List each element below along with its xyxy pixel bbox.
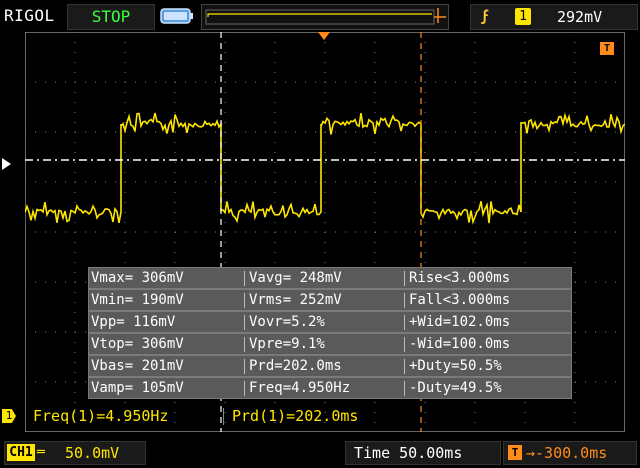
measurement-row: Vmax= 306mV Vavg= 248mV Rise<3.000ms bbox=[88, 267, 572, 289]
timebase-settings[interactable]: Time 50.00ms bbox=[345, 441, 501, 465]
run-stop-indicator[interactable]: STOP bbox=[67, 4, 155, 30]
trigger-source-badge: 1 bbox=[515, 8, 531, 25]
horizontal-offset-value: →-300.0ms bbox=[526, 444, 608, 462]
quick-measurement-line: 1 Freq(1)=4.950Hz Prd(1)=202.0ms bbox=[0, 404, 640, 428]
rising-edge-icon: ϝ bbox=[481, 7, 491, 25]
ch1-label: CH1 bbox=[7, 444, 35, 461]
ch1-vertical-scale: 50.0mV bbox=[65, 444, 120, 462]
quick-frequency: Freq(1)=4.950Hz bbox=[33, 407, 169, 425]
measurement-vtop: Vtop= 306mV bbox=[91, 336, 184, 352]
measurement-vmax: Vmax= 306mV bbox=[91, 270, 184, 286]
measurement-vpp: Vpp= 116mV bbox=[91, 314, 176, 330]
measurement-vmin: Vmin= 190mV bbox=[91, 292, 184, 308]
measurement-vrms: Vrms= 252mV bbox=[249, 292, 342, 308]
dc-coupling-icon: ═ bbox=[37, 445, 45, 460]
divider bbox=[244, 315, 245, 330]
ch1-ground-marker[interactable] bbox=[2, 158, 11, 170]
measurement-table: Vmax= 306mV Vavg= 248mV Rise<3.000ms Vmi… bbox=[88, 267, 572, 399]
measurement-row: Vpp= 116mV Vovr=5.2% +Wid=102.0ms bbox=[88, 311, 572, 333]
divider bbox=[244, 293, 245, 308]
measurement-vbas: Vbas= 201mV bbox=[91, 358, 184, 374]
divider bbox=[404, 293, 405, 308]
divider bbox=[244, 359, 245, 374]
measurement-neg-width: -Wid=100.0ms bbox=[409, 336, 511, 352]
waveform-preview-icon bbox=[205, 8, 446, 25]
measurement-vamp: Vamp= 105mV bbox=[91, 380, 184, 396]
divider bbox=[404, 271, 405, 286]
divider bbox=[244, 271, 245, 286]
measurement-row: Vmin= 190mV Vrms= 252mV Fall<3.000ms bbox=[88, 289, 572, 311]
measurement-period: Prd=202.0ms bbox=[249, 358, 342, 374]
timebase-value: Time 50.00ms bbox=[354, 444, 463, 462]
brand-logo: RIGOL bbox=[4, 6, 55, 25]
divider bbox=[404, 337, 405, 352]
trigger-level-marker[interactable]: T bbox=[600, 42, 614, 55]
quick-period: Prd(1)=202.0ms bbox=[232, 407, 359, 425]
battery-icon bbox=[160, 8, 193, 24]
divider bbox=[244, 381, 245, 396]
trigger-panel[interactable]: ϝ 1 292mV bbox=[470, 4, 638, 30]
divider bbox=[404, 315, 405, 330]
measurement-vpre: Vpre=9.1% bbox=[249, 336, 325, 352]
top-status-bar: RIGOL STOP ϝ 1 292mV bbox=[0, 0, 640, 32]
divider bbox=[404, 381, 405, 396]
trigger-level-value: 292mV bbox=[557, 8, 603, 26]
memory-depth-bar[interactable] bbox=[201, 4, 449, 30]
measurement-vavg: Vavg= 248mV bbox=[249, 270, 342, 286]
divider bbox=[244, 337, 245, 352]
trigger-offset-icon: T bbox=[508, 445, 522, 460]
measurement-fall: Fall<3.000ms bbox=[409, 292, 511, 308]
measurement-rise: Rise<3.000ms bbox=[409, 270, 511, 286]
measurement-row: Vbas= 201mV Prd=202.0ms +Duty=50.5% bbox=[88, 355, 572, 377]
horizontal-offset-settings[interactable]: T →-300.0ms bbox=[503, 441, 637, 465]
measurement-pos-width: +Wid=102.0ms bbox=[409, 314, 511, 330]
measurement-row: Vamp= 105mV Freq=4.950Hz -Duty=49.5% bbox=[88, 377, 572, 399]
channel-1-marker-icon: 1 bbox=[2, 409, 16, 423]
divider bbox=[404, 359, 405, 374]
measurement-pos-duty: +Duty=50.5% bbox=[409, 358, 502, 374]
measurement-neg-duty: -Duty=49.5% bbox=[409, 380, 502, 396]
bottom-status-bar: CH1 ═ 50.0mV Time 50.00ms T →-300.0ms bbox=[0, 436, 640, 468]
divider bbox=[223, 408, 224, 425]
trigger-position-marker[interactable] bbox=[318, 32, 330, 40]
ch1-settings[interactable]: CH1 ═ 50.0mV bbox=[4, 441, 146, 465]
measurement-row: Vtop= 306mV Vpre=9.1% -Wid=100.0ms bbox=[88, 333, 572, 355]
measurement-vovr: Vovr=5.2% bbox=[249, 314, 325, 330]
measurement-frequency: Freq=4.950Hz bbox=[249, 380, 351, 396]
